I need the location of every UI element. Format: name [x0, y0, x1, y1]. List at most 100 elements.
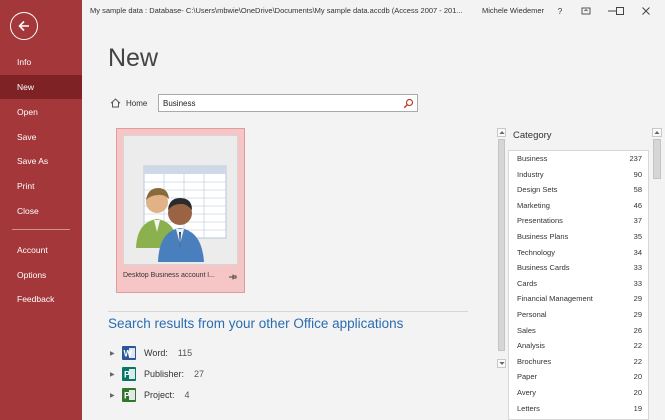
- expand-caret-icon: ▶: [110, 371, 115, 378]
- category-name: Business Cards: [517, 263, 570, 273]
- app-count: 27: [194, 369, 205, 379]
- svg-text:W: W: [124, 349, 133, 359]
- category-count: 19: [633, 403, 642, 413]
- maximize-icon: [616, 7, 624, 15]
- home-icon: [110, 98, 121, 108]
- app-row-word[interactable]: ▶ W Word: 115: [110, 345, 192, 361]
- chevron-up-icon: [499, 131, 504, 134]
- category-count: 22: [633, 341, 642, 351]
- category-count: 29: [633, 294, 642, 304]
- home-link-label: Home: [126, 98, 148, 108]
- scroll-down-button[interactable]: [497, 359, 506, 368]
- nav-item-feedback[interactable]: Feedback: [0, 287, 82, 311]
- category-item[interactable]: Avery 20: [509, 385, 648, 400]
- nav-item-open[interactable]: Open: [0, 100, 82, 124]
- template-search-box: [158, 94, 418, 112]
- category-item[interactable]: Business Cards 33: [509, 260, 648, 275]
- nav-item-print[interactable]: Print: [0, 174, 82, 198]
- search-icon[interactable]: [403, 98, 414, 109]
- category-name: Analysis: [517, 341, 545, 351]
- category-name: Cards: [517, 278, 538, 288]
- category-item[interactable]: Technology 34: [509, 245, 648, 260]
- app-row-publisher[interactable]: ▶ P Publisher: 27: [110, 366, 204, 382]
- window-title: My sample data : Database- C:\Users\mbwi…: [90, 6, 463, 15]
- category-item[interactable]: Industry 90: [509, 167, 648, 182]
- title-bar: My sample data : Database- C:\Users\mbwi…: [82, 0, 665, 22]
- backstage-nav: Info New Open Save Save As Print Close A…: [0, 0, 82, 420]
- category-item[interactable]: Paper 20: [509, 369, 648, 384]
- expand-caret-icon: ▶: [110, 392, 115, 399]
- category-count: 90: [633, 169, 642, 179]
- template-thumbnail: [123, 135, 238, 265]
- pin-icon[interactable]: [228, 272, 238, 282]
- category-name: Marketing: [517, 200, 550, 210]
- maximize-button[interactable]: [612, 3, 628, 19]
- category-item[interactable]: Business 237: [509, 151, 648, 166]
- category-item[interactable]: Design Sets 58: [509, 182, 648, 197]
- app-row-project[interactable]: ▶ P Project: 4: [110, 387, 190, 403]
- nav-item-account[interactable]: Account: [0, 238, 82, 262]
- category-name: Avery: [517, 388, 537, 397]
- app-count: 4: [184, 390, 190, 400]
- category-item[interactable]: Letters 19: [509, 401, 648, 416]
- business-contacts-icon: [136, 165, 227, 262]
- scrollbar-thumb[interactable]: [653, 139, 661, 179]
- ribbon-display-button[interactable]: [578, 3, 594, 19]
- category-item[interactable]: Brochures 22: [509, 354, 648, 369]
- category-item[interactable]: Business Plans 35: [509, 229, 648, 244]
- category-count: 46: [633, 200, 642, 210]
- category-item[interactable]: Sales 26: [509, 323, 648, 338]
- category-count: 58: [633, 185, 642, 195]
- category-count: 35: [633, 232, 642, 241]
- nav-item-save[interactable]: Save: [0, 125, 82, 149]
- close-window-button[interactable]: [638, 3, 654, 19]
- category-count: 33: [633, 263, 642, 273]
- close-icon: [642, 7, 650, 15]
- category-heading: Category: [513, 130, 552, 141]
- nav-item-new[interactable]: New: [0, 75, 82, 99]
- category-item[interactable]: Financial Management 29: [509, 291, 648, 306]
- category-item[interactable]: Presentations 37: [509, 213, 648, 228]
- scroll-up-button[interactable]: [652, 128, 662, 137]
- category-name: Personal: [517, 310, 547, 319]
- word-icon: W: [122, 346, 136, 360]
- category-count: 29: [633, 310, 642, 319]
- category-name: Technology: [517, 247, 555, 257]
- category-count: 20: [633, 388, 642, 397]
- nav-item-save-as[interactable]: Save As: [0, 149, 82, 173]
- other-apps-heading: Search results from your other Office ap…: [108, 316, 404, 331]
- category-name: Letters: [517, 403, 540, 413]
- scroll-up-button[interactable]: [497, 128, 506, 137]
- category-scrollbar[interactable]: [652, 128, 662, 420]
- project-icon: P: [122, 388, 136, 402]
- nav-item-close[interactable]: Close: [0, 199, 82, 223]
- page-title: New: [108, 44, 159, 72]
- app-name: Publisher:: [144, 369, 185, 379]
- nav-item-info[interactable]: Info: [0, 50, 82, 74]
- app-name: Project:: [144, 390, 175, 400]
- category-item[interactable]: Analysis 22: [509, 338, 648, 353]
- home-link[interactable]: Home: [110, 96, 147, 110]
- category-count: 22: [633, 356, 642, 366]
- help-button[interactable]: ?: [552, 3, 568, 19]
- category-count: 26: [633, 325, 642, 335]
- category-item[interactable]: Cards 33: [509, 276, 648, 291]
- user-name[interactable]: Michele Wiedemer: [482, 6, 544, 15]
- category-item[interactable]: Personal 29: [509, 307, 648, 322]
- results-scrollbar[interactable]: [497, 128, 506, 368]
- nav-item-options[interactable]: Options: [0, 263, 82, 287]
- category-name: Industry: [517, 169, 544, 179]
- category-count: 33: [633, 278, 642, 288]
- section-divider: [108, 311, 468, 312]
- category-name: Business Plans: [517, 232, 569, 241]
- category-name: Sales: [517, 325, 536, 335]
- back-button[interactable]: [10, 12, 38, 40]
- category-item[interactable]: Marketing 46: [509, 198, 648, 213]
- scrollbar-thumb[interactable]: [498, 139, 505, 351]
- template-search-input[interactable]: [159, 95, 399, 111]
- chevron-up-icon: [654, 131, 660, 134]
- arrow-left-icon: [18, 20, 29, 32]
- template-tile[interactable]: Desktop Business account l...: [116, 128, 245, 293]
- chevron-down-icon: [499, 362, 504, 365]
- nav-divider: [12, 229, 70, 230]
